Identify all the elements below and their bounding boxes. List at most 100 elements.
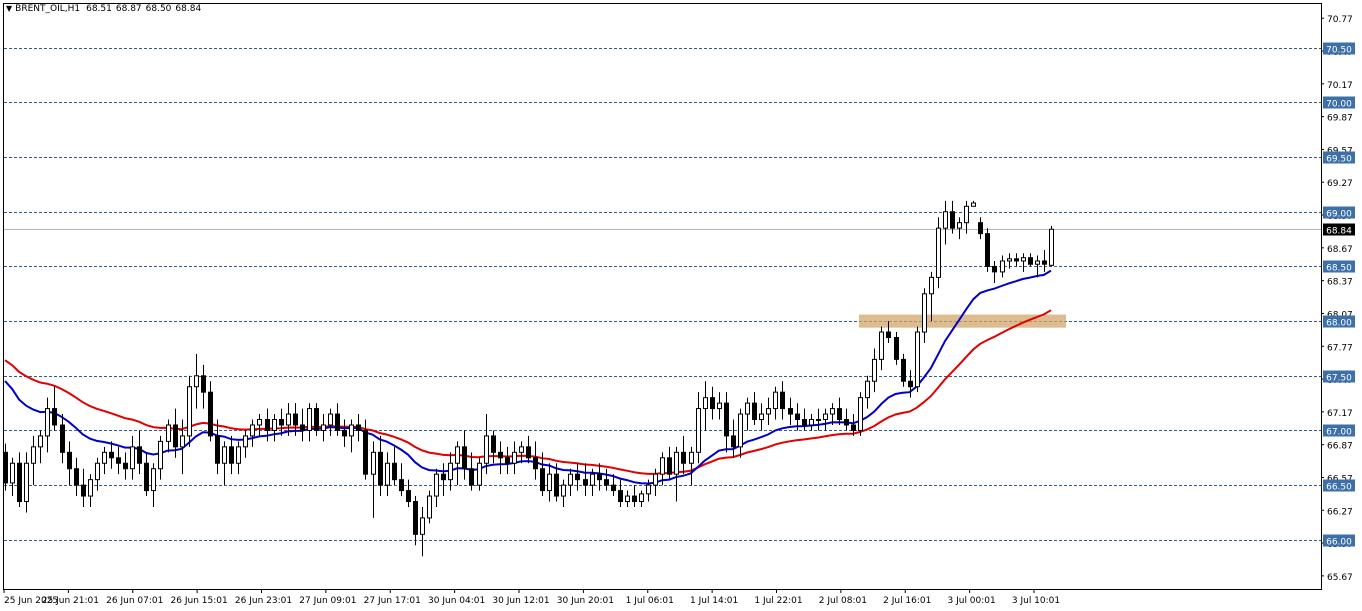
candle-body	[554, 473, 559, 497]
candle-body	[17, 462, 22, 503]
level-label: 67.00	[1326, 428, 1352, 438]
candle-body	[943, 211, 948, 229]
candle-body	[568, 473, 573, 486]
candle-body	[590, 473, 595, 486]
candle-body	[773, 391, 778, 410]
y-tick-label: 66.27	[1327, 507, 1353, 517]
x-tick-label: 25 Jun 21:01	[42, 596, 99, 606]
candle	[985, 228, 990, 272]
candle-body	[236, 446, 241, 464]
x-tick-label: 3 Jul 10:01	[1012, 596, 1060, 606]
level-label: 69.00	[1326, 210, 1352, 220]
level-label: 69.50	[1326, 155, 1352, 165]
candle-body	[745, 402, 750, 415]
candle-body	[130, 446, 135, 470]
x-tick-label: 2 Jul 16:01	[883, 596, 931, 606]
x-tick-label: 1 Jul 06:01	[626, 596, 674, 606]
candle-body	[250, 424, 255, 437]
y-tick-label: 69.87	[1327, 114, 1353, 124]
candle-body	[936, 227, 941, 278]
candle-body	[371, 451, 376, 475]
candle-body	[604, 479, 609, 486]
candle-body	[851, 424, 856, 431]
x-tick-label: 26 Jun 15:01	[171, 596, 228, 606]
candle-body	[1028, 257, 1033, 265]
candle-body	[427, 495, 432, 519]
candle-body	[809, 419, 814, 426]
candle-body	[505, 457, 510, 464]
candle-body	[45, 408, 50, 437]
candle-body	[300, 424, 305, 431]
candle-body	[484, 435, 489, 464]
level-label: 70.50	[1326, 46, 1352, 56]
candle-body	[844, 419, 849, 426]
candle-body	[491, 435, 496, 453]
level-label: 66.00	[1326, 538, 1352, 548]
candle-body	[279, 419, 284, 426]
candle-body	[611, 484, 616, 492]
candle-body	[88, 479, 93, 497]
candle	[187, 375, 192, 447]
candle	[915, 326, 920, 393]
candle-body	[1049, 228, 1054, 266]
collapse-triangle-icon[interactable]: ▼	[6, 4, 12, 13]
candle-body	[257, 419, 262, 426]
plot-border	[3, 3, 1322, 590]
candle-body	[307, 408, 312, 431]
candle-body	[363, 429, 368, 475]
candle-body	[399, 479, 404, 492]
candle-body	[1042, 260, 1047, 265]
candle-body	[74, 468, 79, 486]
candle-body	[321, 424, 326, 431]
candle-body	[872, 358, 877, 382]
candle-body	[448, 462, 453, 481]
y-tick-label: 69.27	[1327, 179, 1353, 189]
candle-body	[349, 424, 354, 437]
candle-body	[81, 484, 86, 497]
candle-body	[561, 484, 566, 497]
candle-body	[830, 408, 835, 415]
candle-body	[286, 413, 291, 426]
candle-body	[229, 446, 234, 464]
candle-body	[10, 462, 15, 484]
candle-body	[498, 451, 503, 459]
candle-body	[420, 517, 425, 535]
candle-body	[780, 391, 785, 410]
candle-body	[187, 386, 192, 437]
candle-body	[894, 337, 899, 360]
candle-body	[123, 462, 128, 470]
candle-body	[971, 202, 976, 207]
candle-body	[328, 413, 333, 426]
candle-body	[731, 435, 736, 448]
symbol-label: BRENT_OIL,H1	[15, 4, 81, 14]
x-tick-label: 30 Jun 12:01	[492, 596, 549, 606]
candle-body	[166, 424, 171, 442]
candle-body	[243, 435, 248, 448]
candle-body	[710, 397, 715, 410]
candle-body	[137, 446, 142, 464]
candle-body	[639, 493, 644, 503]
candle-body	[151, 468, 156, 492]
candle-body	[922, 293, 927, 333]
level-label: 68.50	[1326, 264, 1352, 274]
level-label: 70.00	[1326, 100, 1352, 110]
candle-body	[985, 233, 990, 267]
level-label: 66.50	[1326, 483, 1352, 493]
y-tick-label: 67.17	[1327, 409, 1353, 419]
candle-body	[575, 473, 580, 481]
close-value: 68.84	[175, 4, 202, 14]
candle-body	[915, 331, 920, 388]
candle-body	[441, 473, 446, 481]
y-tick-label: 68.37	[1327, 278, 1353, 288]
candle-body	[335, 413, 340, 431]
candle-body	[957, 222, 962, 229]
candle-body	[477, 462, 482, 486]
candle-body	[1000, 260, 1005, 273]
candle-body	[413, 501, 418, 535]
level-label: 68.00	[1326, 319, 1352, 329]
price-chart: 70.7770.4770.1769.8769.5769.2768.9768.67…	[3, 3, 1355, 606]
candle-body	[378, 451, 383, 486]
y-tick-label: 68.67	[1327, 245, 1353, 255]
open-value: 68.51	[86, 4, 112, 14]
candle-body	[31, 446, 36, 464]
